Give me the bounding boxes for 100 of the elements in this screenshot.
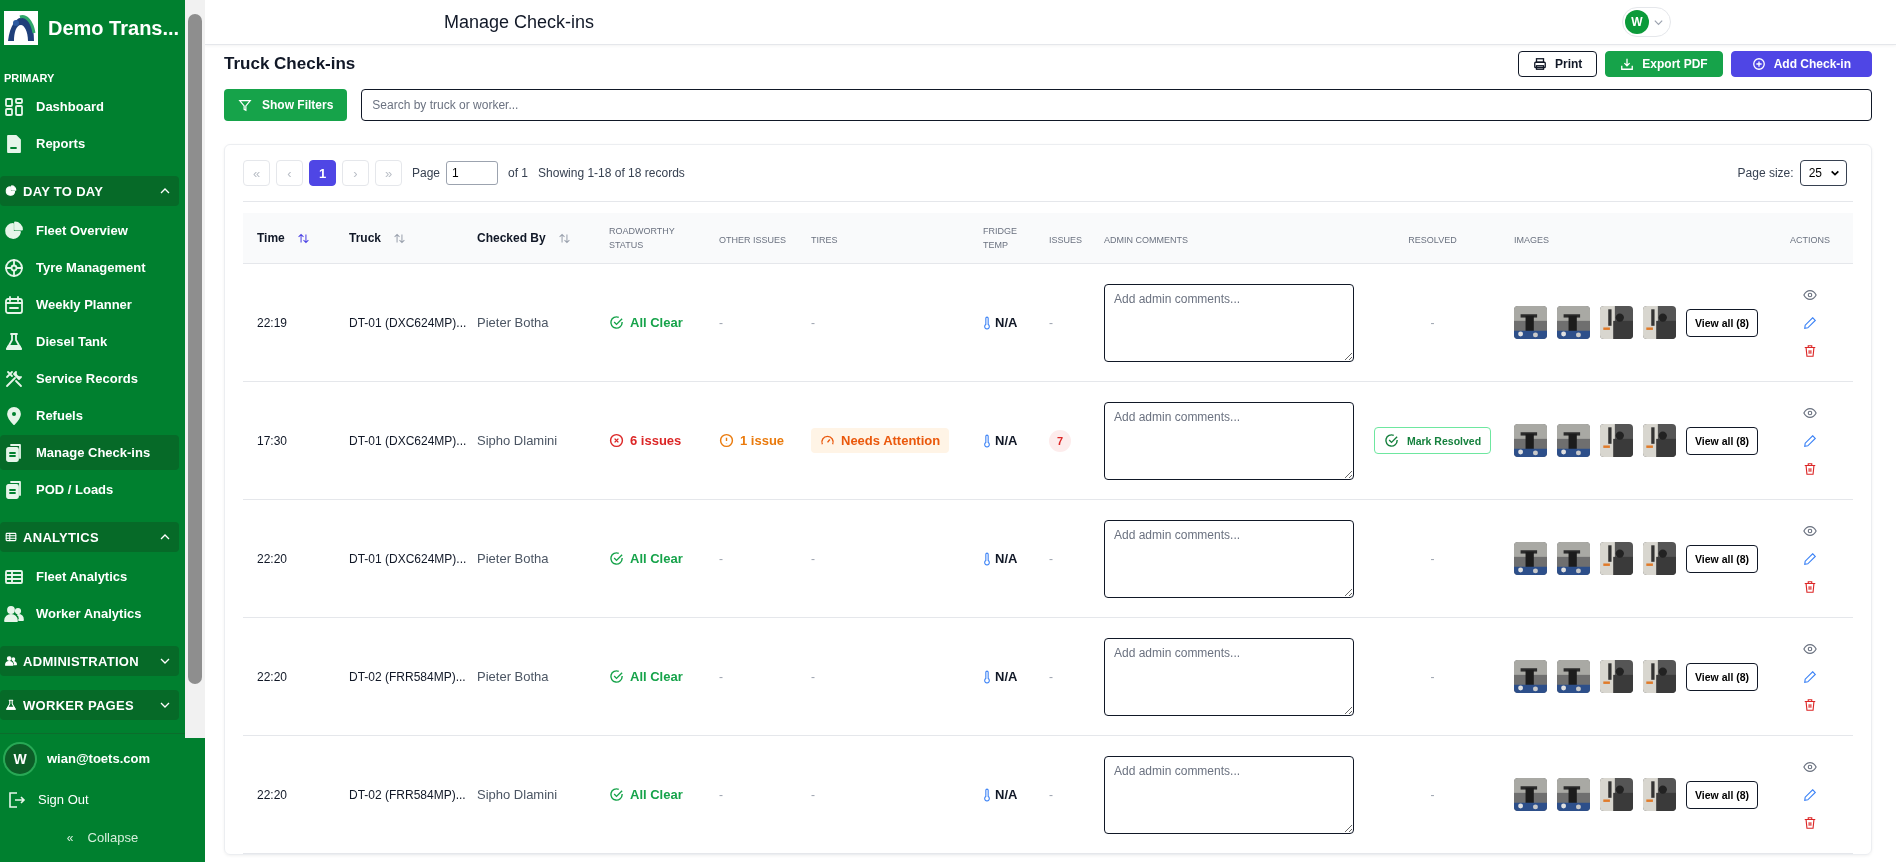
nav-item[interactable]: Manage Check-ins [0, 435, 179, 470]
nav-item[interactable]: Weekly Planner [0, 287, 179, 322]
records-summary: Showing 1-18 of 18 records [538, 166, 685, 180]
thermometer-icon [983, 433, 991, 448]
comment-field[interactable]: Add admin comments... [1104, 637, 1354, 716]
tyre-icon [4, 257, 24, 278]
status-label: All Clear [609, 669, 683, 684]
page-size-select[interactable]: 25 [1799, 160, 1847, 186]
eye-icon[interactable] [1803, 523, 1817, 538]
trash-icon[interactable] [1803, 697, 1817, 712]
table-cell: - [1430, 669, 1435, 684]
pencil-icon[interactable] [1803, 433, 1817, 448]
view-all-button[interactable]: View all (8) [1686, 662, 1759, 691]
table-cell: 22:19 [257, 315, 288, 330]
nav-item[interactable]: POD / Loads [0, 472, 179, 507]
view-all-button[interactable]: View all (8) [1686, 308, 1759, 337]
filter-icon [238, 98, 252, 112]
eye-icon[interactable] [1803, 641, 1817, 656]
page-button[interactable]: 1 [309, 160, 336, 186]
trash-icon[interactable] [1803, 343, 1817, 358]
table-cell: 22:20 [257, 787, 288, 802]
chevron-down-icon [1830, 168, 1840, 178]
location-pin-icon [4, 405, 24, 426]
action-button[interactable]: Export PDF [1605, 51, 1723, 77]
nav-item[interactable]: Fleet Overview [0, 213, 179, 248]
brand-name: Demo Trans... [48, 16, 180, 40]
tools-icon [4, 368, 24, 389]
table-cell: - [811, 787, 815, 802]
nav-item[interactable]: Fleet Analytics [0, 559, 179, 594]
column-header: TIRES [811, 234, 838, 247]
section-header[interactable]: ANALYTICS [0, 522, 179, 552]
check-circle-icon [609, 787, 624, 802]
action-button[interactable]: Print [1517, 51, 1598, 77]
document-icon [4, 133, 24, 154]
status-label: All Clear [609, 787, 683, 802]
thermometer-icon [983, 669, 991, 684]
column-header[interactable]: Truck [349, 231, 406, 245]
nav-item[interactable]: Tyre Management [0, 250, 179, 285]
comment-field[interactable]: Add admin comments... [1104, 283, 1354, 362]
pencil-icon[interactable] [1803, 551, 1817, 566]
comment-field[interactable]: Add admin comments... [1104, 401, 1354, 480]
nav-item[interactable]: Reports [0, 126, 179, 161]
sign-out-button[interactable]: Sign Out [0, 781, 205, 818]
table-cell: - [719, 787, 723, 802]
section-title: Truck Check-ins [224, 54, 357, 74]
thermometer-icon [983, 551, 991, 566]
comment-field[interactable]: Add admin comments... [1104, 755, 1354, 834]
pencil-icon[interactable] [1803, 787, 1817, 802]
table-cell: - [1430, 787, 1435, 802]
eye-icon[interactable] [1803, 405, 1817, 420]
action-button[interactable]: Add Check-in [1730, 51, 1872, 77]
page-size-label: Page size: [1737, 166, 1794, 180]
status-label: All Clear [609, 315, 683, 330]
column-header: FRIDGE TEMP [983, 225, 1018, 252]
printer-icon [1532, 57, 1547, 71]
pencil-icon[interactable] [1803, 669, 1817, 684]
x-circle-icon [609, 433, 624, 448]
pencil-icon[interactable] [1803, 315, 1817, 330]
view-all-button[interactable]: View all (8) [1686, 780, 1759, 809]
table-cell: Pieter Botha [477, 315, 549, 330]
table-cell: 22:20 [257, 669, 288, 684]
collapse-button[interactable]: « Collapse [0, 821, 205, 854]
page-title: Manage Check-ins [444, 11, 596, 33]
section-header[interactable]: DAY TO DAY [0, 176, 179, 206]
status-badge: Needs Attention [811, 428, 950, 453]
eye-icon[interactable] [1803, 287, 1817, 302]
thermometer-icon [983, 315, 991, 330]
mark-resolved-button[interactable]: Mark Resolved [1373, 427, 1492, 454]
nav-item[interactable]: Refuels [0, 398, 179, 433]
page-number-field[interactable]: 1 [446, 161, 499, 185]
scrollbar[interactable] [185, 0, 205, 738]
column-header[interactable]: Time [257, 231, 310, 245]
flask-icon [5, 699, 17, 711]
view-all-button[interactable]: View all (8) [1686, 426, 1759, 455]
temperature-value: N/A [983, 433, 1018, 448]
section-header[interactable]: WORKER PAGES [0, 690, 179, 720]
check-circle-icon [609, 669, 624, 684]
user-menu-button[interactable]: W [1622, 7, 1671, 37]
trash-icon[interactable] [1803, 815, 1817, 830]
section-header[interactable]: ADMINISTRATION [0, 646, 179, 676]
table-cell: - [719, 669, 723, 684]
search-field[interactable]: Search by truck or worker... [361, 89, 1872, 121]
table-cell: - [1049, 551, 1053, 566]
view-all-button[interactable]: View all (8) [1686, 544, 1759, 573]
clipboard-icon [4, 479, 24, 500]
trash-icon[interactable] [1803, 579, 1817, 594]
flask-icon [4, 331, 24, 352]
nav-item[interactable]: Service Records [0, 361, 179, 396]
nav-item[interactable]: Diesel Tank [0, 324, 179, 359]
scrollbar-thumb[interactable] [188, 14, 202, 684]
eye-icon[interactable] [1803, 759, 1817, 774]
column-header[interactable]: Checked By [477, 231, 571, 245]
alert-circle-icon [719, 433, 734, 448]
comment-field[interactable]: Add admin comments... [1104, 519, 1354, 598]
trash-icon[interactable] [1803, 461, 1817, 476]
table-cell: - [1430, 551, 1435, 566]
show-filters-button[interactable]: Show Filters [224, 89, 348, 121]
nav-item[interactable]: Worker Analytics [0, 596, 179, 631]
nav-item[interactable]: Dashboard [0, 89, 179, 124]
temperature-value: N/A [983, 551, 1018, 566]
